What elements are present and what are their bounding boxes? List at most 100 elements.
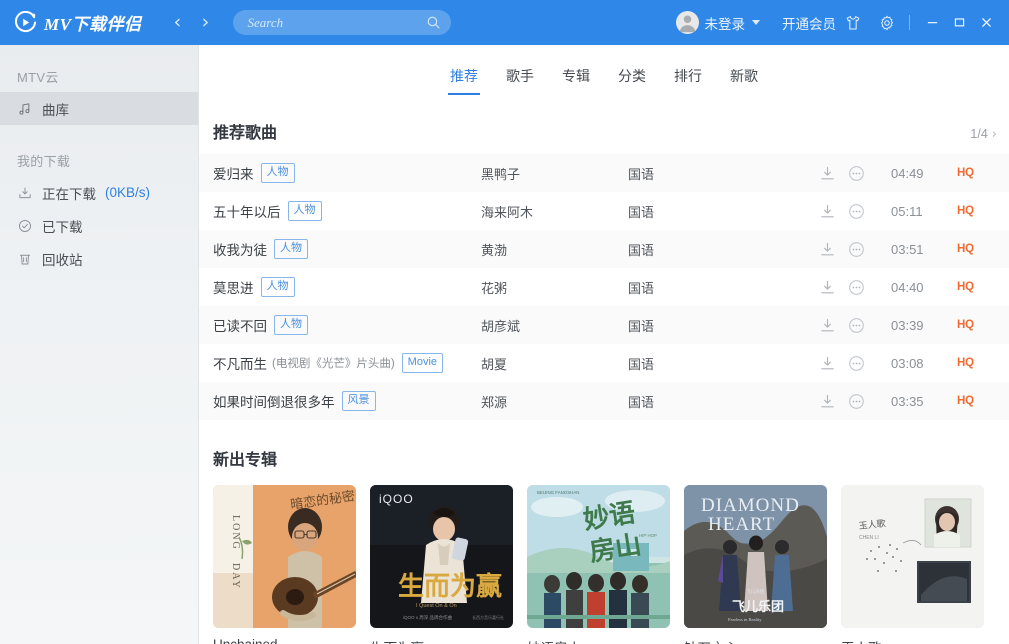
song-actions <box>819 393 891 410</box>
section-title-new-albums: 新出专辑 <box>213 452 278 469</box>
more-options-icon[interactable] <box>848 241 865 258</box>
tshirt-icon[interactable] <box>836 8 870 38</box>
song-quality-badge: HQ <box>957 357 974 369</box>
song-tag[interactable]: 人物 <box>274 315 308 335</box>
song-quality-badge: HQ <box>957 281 974 293</box>
table-row[interactable]: 五十年以后 人物 海来阿木 国语 05:11 HQ <box>199 192 1009 230</box>
svg-text:长西方音乐嘉行社: 长西方音乐嘉行社 <box>472 614 504 620</box>
svg-text:飞儿乐团: 飞儿乐团 <box>732 599 784 614</box>
more-options-icon[interactable] <box>848 393 865 410</box>
song-tag[interactable]: 风景 <box>341 391 376 411</box>
album-grid: LONG DAY 暗恋的秘密 iQOO 生而为赢 I Quest On & On… <box>199 470 1009 644</box>
svg-text:飞儿乐团: 飞儿乐团 <box>746 588 764 595</box>
song-actions <box>819 355 891 372</box>
more-options-icon[interactable] <box>848 203 865 220</box>
download-icon[interactable] <box>819 355 836 372</box>
table-row[interactable]: 爱归来 人物 黑鸭子 国语 04:49 HQ <box>199 154 1009 192</box>
app-logo: MV下载伴侣 <box>0 10 141 35</box>
sidebar-item-downloaded[interactable]: 已下载 <box>0 209 198 242</box>
app-title: MV下载伴侣 <box>44 15 142 34</box>
table-row[interactable]: 已读不回 人物 胡彦斌 国语 03:39 HQ <box>199 306 1009 344</box>
download-box-icon <box>17 185 33 201</box>
more-options-icon[interactable] <box>848 317 865 334</box>
song-title-cell: 莫思进 人物 <box>213 277 481 297</box>
song-quality-badge: HQ <box>957 319 974 331</box>
search-box[interactable] <box>233 10 452 35</box>
download-icon[interactable] <box>819 165 836 182</box>
music-note-icon <box>17 101 33 117</box>
song-subtitle: (电视剧《光芒》片头曲) <box>272 358 395 370</box>
chevron-down-icon <box>752 20 760 25</box>
more-options-icon[interactable] <box>848 279 865 296</box>
album-card[interactable]: 玉人歌 CHEN LI 玉人歌 陈粒 <box>841 485 984 644</box>
song-language: 国语 <box>628 280 655 296</box>
gear-icon[interactable] <box>870 8 904 38</box>
songs-pagination[interactable]: 1/4 › <box>970 127 997 142</box>
download-icon[interactable] <box>819 203 836 220</box>
become-member-button[interactable]: 开通会员 <box>782 13 836 33</box>
tab-albums[interactable]: 专辑 <box>562 66 590 95</box>
minimize-button[interactable] <box>919 8 946 38</box>
tab-artists[interactable]: 歌手 <box>506 66 534 95</box>
song-duration: 03:35 <box>891 393 924 409</box>
song-title-cell: 不凡而生 (电视剧《光芒》片头曲) Movie <box>213 353 481 373</box>
song-tag[interactable]: Movie <box>401 353 444 373</box>
titlebar-right-controls: 未登录 开通会员 <box>675 8 1009 38</box>
chevron-right-icon[interactable]: › <box>992 127 997 142</box>
tab-categories[interactable]: 分类 <box>618 66 646 95</box>
table-row[interactable]: 莫思进 人物 花粥 国语 04:40 HQ <box>199 268 1009 306</box>
album-cover-unchained[interactable]: LONG DAY 暗恋的秘密 <box>213 485 356 628</box>
song-title-cell: 收我为徒 人物 <box>213 239 481 259</box>
sidebar-item-label-library: 曲库 <box>42 102 69 118</box>
table-row[interactable]: 不凡而生 (电视剧《光芒》片头曲) Movie 胡夏 国语 03:08 HQ <box>199 344 1009 382</box>
svg-text:iQOO x 周深 品牌合作曲: iQOO x 周深 品牌合作曲 <box>403 614 453 621</box>
song-tag[interactable]: 人物 <box>260 163 295 183</box>
download-icon[interactable] <box>819 241 836 258</box>
sidebar-item-downloading[interactable]: 正在下载 (0KB/s) <box>0 176 198 209</box>
song-quality-badge: HQ <box>957 167 974 179</box>
album-title: 妙语房山 <box>527 637 670 644</box>
sidebar-group-title-my-downloads: 我的下载 <box>17 154 71 169</box>
album-card[interactable]: LONG DAY 暗恋的秘密 <box>213 485 356 644</box>
album-title: 玉人歌 <box>841 637 984 644</box>
song-tag[interactable]: 人物 <box>274 239 308 259</box>
page-indicator: 1/4 <box>970 127 988 141</box>
table-row[interactable]: 如果时间倒退很多年 风景 郑源 国语 03:35 HQ <box>199 382 1009 420</box>
download-icon[interactable] <box>819 393 836 410</box>
album-cover-yurenge[interactable]: 玉人歌 CHEN LI <box>841 485 984 628</box>
download-icon[interactable] <box>819 279 836 296</box>
album-card[interactable]: DIAMOND HEART 飞儿乐团 飞儿乐团 Fearless in Real… <box>684 485 827 644</box>
divider <box>909 15 910 30</box>
trash-icon <box>17 251 33 267</box>
maximize-button[interactable] <box>946 8 973 38</box>
close-button[interactable] <box>973 8 1000 38</box>
album-cover-miaoyufangshan[interactable]: BEIJING FANGSHAN 妙语 房山 HIP HOP <box>527 485 670 628</box>
account-menu[interactable]: 未登录 <box>675 11 760 34</box>
back-button[interactable]: ‹ <box>166 11 188 35</box>
table-row[interactable]: 收我为徒 人物 黄渤 国语 03:51 HQ <box>199 230 1009 268</box>
tab-recommend[interactable]: 推荐 <box>448 66 480 95</box>
album-cover-diamond-heart[interactable]: DIAMOND HEART 飞儿乐团 飞儿乐团 Fearless in Real… <box>684 485 827 628</box>
forward-button[interactable]: › <box>194 11 216 35</box>
album-cover-shengerweiying[interactable]: iQOO 生而为赢 I Quest On & On iQOO x 周深 品牌合作… <box>370 485 513 628</box>
content-area: 推荐 歌手 专辑 分类 排行 新歌 推荐歌曲 1/4 › 爱归来 人物 黑鸭子 … <box>199 45 1009 644</box>
svg-text:CHEN LI: CHEN LI <box>859 535 879 541</box>
search-icon[interactable] <box>426 15 441 30</box>
download-icon[interactable] <box>819 317 836 334</box>
more-options-icon[interactable] <box>848 355 865 372</box>
sidebar-item-library[interactable]: 曲库 <box>0 92 198 125</box>
album-card[interactable]: BEIJING FANGSHAN 妙语 房山 HIP HOP <box>527 485 670 644</box>
tab-new-songs[interactable]: 新歌 <box>730 66 758 95</box>
song-tag[interactable]: 人物 <box>287 201 322 221</box>
song-title: 莫思进 <box>213 281 254 296</box>
sidebar-item-recycle-bin[interactable]: 回收站 <box>0 242 198 275</box>
tab-charts[interactable]: 排行 <box>674 66 702 95</box>
search-input[interactable] <box>247 14 427 31</box>
song-title-cell: 五十年以后 人物 <box>213 201 481 221</box>
app-window: MV下载伴侣 ‹ › 未登录 开通会员 <box>0 0 1009 644</box>
song-artist: 胡夏 <box>481 356 508 372</box>
sidebar-group-title-mtv-cloud: MTV云 <box>17 70 59 85</box>
more-options-icon[interactable] <box>848 165 865 182</box>
album-card[interactable]: iQOO 生而为赢 I Quest On & On iQOO x 周深 品牌合作… <box>370 485 513 644</box>
song-tag[interactable]: 人物 <box>260 277 295 297</box>
